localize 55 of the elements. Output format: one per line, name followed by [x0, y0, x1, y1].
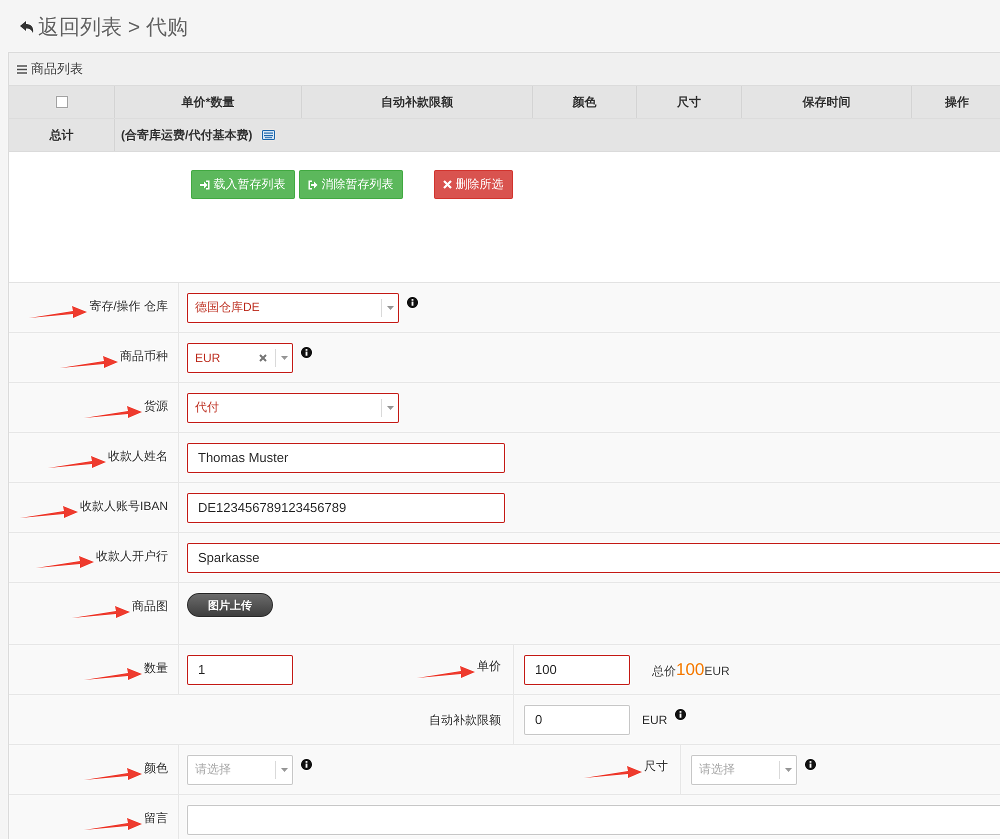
info-icon[interactable]	[301, 759, 312, 770]
upload-button[interactable]: 图片上传	[187, 593, 273, 617]
field-label: 商品图	[132, 598, 168, 615]
info-icon[interactable]	[407, 297, 418, 308]
caret-icon	[280, 356, 288, 360]
info-icon[interactable]	[301, 347, 312, 358]
action-button[interactable]: 删除所选	[434, 170, 512, 199]
table-header-cell: 自动补款限额	[302, 86, 533, 118]
summary-note: (合寄库运费/代付基本费)	[121, 126, 252, 144]
field-label: 留言	[144, 810, 168, 827]
text-field[interactable]	[187, 804, 1000, 834]
field-label: 寄存/操作 仓库	[89, 298, 168, 315]
panel-title: 商品列表	[31, 60, 83, 78]
sign-out-icon	[308, 180, 318, 190]
caret-icon	[784, 768, 792, 772]
field-label: 自动补款限额	[429, 712, 501, 728]
clear-icon[interactable]	[259, 354, 267, 362]
text-field[interactable]: 100	[524, 654, 630, 684]
field-label: 数量	[144, 660, 168, 677]
sign-in-icon	[200, 180, 210, 190]
table-header-cell: 尺寸	[637, 86, 742, 118]
total-price: 总价100EUR	[652, 660, 730, 680]
checkbox[interactable]	[56, 96, 68, 108]
caret-icon	[280, 768, 288, 772]
select-field[interactable]: EUR	[187, 342, 293, 372]
info-icon[interactable]	[805, 759, 816, 770]
table-header-cell: 总计	[9, 119, 115, 151]
text-field[interactable]: Thomas Muster	[187, 442, 505, 472]
field-label: 单价	[477, 658, 501, 674]
field-label: 尺寸	[644, 758, 668, 774]
currency-label: EUR	[642, 712, 668, 726]
back-arrow-icon[interactable]	[20, 21, 34, 33]
field-label: 商品币种	[120, 348, 168, 365]
breadcrumb[interactable]: 返回列表 > 代购	[38, 13, 188, 41]
field-label: 收款人开户行	[96, 548, 168, 565]
menu-icon	[17, 64, 27, 74]
info-icon[interactable]	[675, 709, 686, 720]
text-field[interactable]: 0	[524, 704, 630, 734]
text-field[interactable]: 1	[187, 654, 293, 684]
field-label: 货源	[144, 398, 168, 415]
text-field[interactable]: DE123456789123456789	[187, 492, 505, 522]
table-header-cell: 保存时间	[742, 86, 912, 118]
field-label: 收款人账号IBAN	[80, 498, 168, 515]
table-header-cell: 颜色	[533, 86, 637, 118]
caret-icon	[386, 306, 394, 310]
field-label: 颜色	[144, 760, 168, 777]
table-header-cell-text: 操作	[944, 94, 970, 110]
close-icon	[442, 180, 452, 189]
keyboard-icon[interactable]	[262, 130, 276, 140]
select-field[interactable]: 代付	[187, 392, 399, 422]
field-label: 收款人姓名	[108, 448, 168, 465]
caret-icon	[386, 406, 394, 410]
select-field[interactable]: 德国仓库DE	[187, 292, 399, 322]
table-header-cell: 单价*数量	[115, 86, 302, 118]
text-field[interactable]: Sparkasse	[187, 542, 1000, 572]
